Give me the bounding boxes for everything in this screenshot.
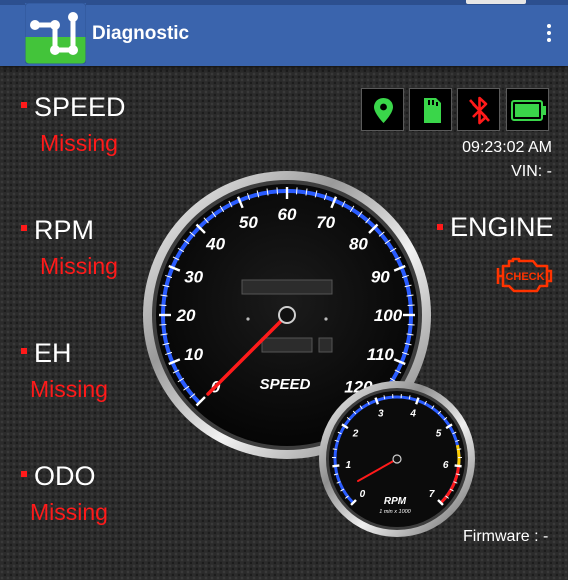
engine-bullet (437, 224, 443, 230)
app-title: Diagnostic (92, 23, 190, 44)
speed-bullet (21, 102, 27, 108)
speed-odometer-window (241, 279, 333, 295)
rpm-tick-label: 2 (352, 429, 359, 440)
speed-tick-label: 110 (367, 345, 395, 364)
speed-trip-window (261, 337, 313, 353)
clock-time: 09:23:02 AM (462, 139, 552, 156)
odo-value: Missing (30, 499, 108, 525)
check-engine-text: CHECK (505, 271, 544, 283)
rpm-gauge-label: RPM (384, 496, 407, 507)
speed-tick-label: 40 (205, 235, 225, 254)
speed-tick-label: 30 (184, 267, 203, 286)
sd-card-icon[interactable] (409, 88, 452, 131)
odo-label: ODO (34, 461, 96, 491)
overflow-menu-icon[interactable] (544, 24, 554, 44)
rpm-gauge-sublabel: 1 min x 1000 (379, 509, 411, 515)
speed-tick-label: 100 (374, 306, 403, 325)
firmware-text: Firmware : - (463, 528, 549, 545)
rpm-tick-label: 5 (436, 429, 442, 440)
rpm-tick-label: 4 (409, 408, 416, 419)
speed-tick-label: 10 (184, 345, 203, 364)
speed-tick-label: 70 (316, 213, 335, 232)
speed-unit-box (318, 337, 333, 353)
speed-tick-label: 80 (349, 235, 368, 254)
speed-tick-label: 90 (371, 267, 390, 286)
bluetooth-off-icon[interactable] (457, 88, 500, 131)
rpm-gauge: 0 1 2 3 4 5 6 7 RPM 1 min x 1000 (319, 381, 475, 537)
engine-label: ENGINE (450, 212, 554, 242)
speed-gauge-label: SPEED (260, 376, 311, 393)
app-logo-icon (25, 3, 86, 64)
app-bar: Diagnostic (0, 0, 568, 66)
eh-bullet (21, 348, 27, 354)
rpm-tick-label: 7 (429, 489, 435, 500)
speed-tick-label: 20 (176, 306, 196, 325)
check-engine-icon: CHECK (496, 257, 553, 293)
rpm-value: Missing (40, 253, 118, 279)
speed-label: SPEED (34, 92, 126, 122)
vin-text: VIN: - (511, 163, 552, 180)
odo-bullet (21, 471, 27, 477)
speed-value: Missing (40, 130, 118, 156)
rpm-tick-label: 1 (346, 460, 352, 471)
rpm-tick-label: 0 (360, 489, 366, 500)
rpm-bullet (21, 225, 27, 231)
eh-value: Missing (30, 376, 108, 402)
rpm-tick-label: 6 (443, 460, 449, 471)
location-pin-icon[interactable] (361, 88, 404, 131)
rpm-tick-label: 3 (378, 408, 384, 419)
speed-tick-label: 60 (278, 205, 297, 224)
speed-tick-label: 50 (239, 213, 258, 232)
rpm-label: RPM (34, 215, 94, 245)
status-bar-indicator (466, 0, 526, 4)
eh-label: EH (34, 338, 72, 368)
status-icons (361, 88, 550, 133)
battery-icon[interactable] (506, 88, 549, 131)
